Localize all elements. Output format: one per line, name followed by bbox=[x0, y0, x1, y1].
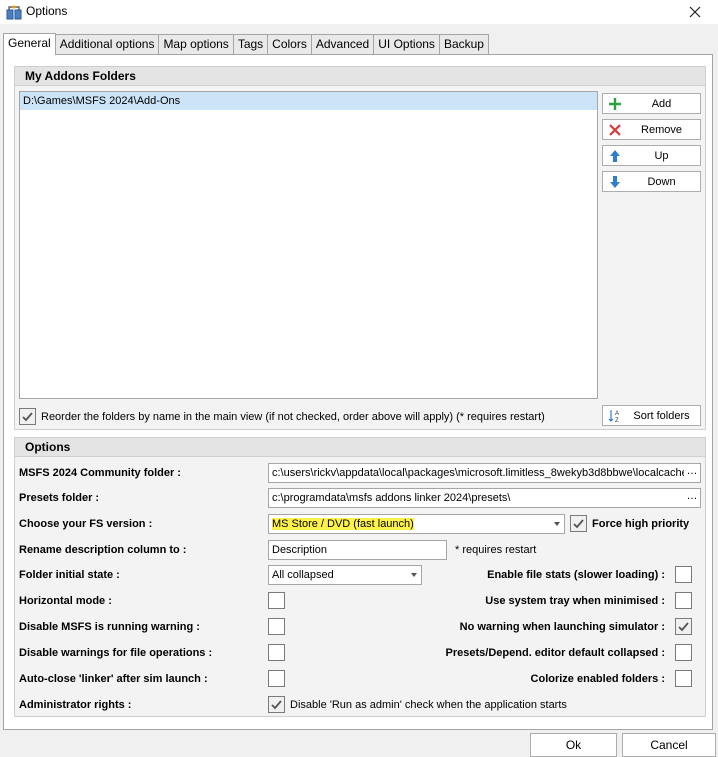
reorder-label: Reorder the folders by name in the main … bbox=[41, 411, 545, 423]
sort-az-icon: A Z bbox=[607, 408, 623, 424]
folder-state-label: Folder initial state : bbox=[19, 569, 120, 581]
chevron-down-icon bbox=[554, 522, 560, 526]
presets-folder-value: c:\programdata\msfs addons linker 2024\p… bbox=[272, 492, 511, 504]
force-priority-checkbox[interactable] bbox=[570, 515, 587, 532]
title-bar: Options bbox=[0, 0, 718, 24]
force-priority-label: Force high priority bbox=[592, 518, 690, 530]
tab-tags[interactable]: Tags bbox=[232, 34, 269, 54]
presets-folder-label: Presets folder : bbox=[19, 492, 100, 504]
msfs-warning-label: Disable MSFS is running warning : bbox=[19, 621, 200, 633]
autoclose-checkbox[interactable] bbox=[268, 670, 285, 687]
browse-presets-button[interactable]: … bbox=[684, 489, 700, 507]
presets-folder-field[interactable]: c:\programdata\msfs addons linker 2024\p… bbox=[268, 488, 701, 508]
plus-icon bbox=[607, 96, 623, 112]
addons-folders-group: My Addons Folders D:\Games\MSFS 2024\Add… bbox=[14, 66, 706, 430]
remove-x-icon bbox=[607, 122, 623, 138]
close-icon bbox=[689, 6, 701, 18]
no-warning-label: No warning when launching simulator : bbox=[459, 621, 665, 633]
admin-rights-label: Administrator rights : bbox=[19, 699, 132, 711]
arrow-down-icon bbox=[607, 174, 623, 190]
tab-advanced[interactable]: Advanced bbox=[310, 34, 375, 54]
general-tab-panel: My Addons Folders D:\Games\MSFS 2024\Add… bbox=[3, 54, 713, 730]
colorize-label: Colorize enabled folders : bbox=[530, 673, 665, 685]
svg-text:Z: Z bbox=[615, 418, 619, 423]
remove-button[interactable]: Remove bbox=[602, 119, 701, 140]
admin-check-checkbox[interactable] bbox=[268, 696, 285, 713]
chevron-down-icon bbox=[411, 573, 417, 577]
tab-map-options[interactable]: Map options bbox=[158, 34, 234, 54]
tab-colors[interactable]: Colors bbox=[267, 34, 312, 54]
addons-group-header: My Addons Folders bbox=[15, 67, 705, 86]
folder-state-select[interactable]: All collapsed bbox=[268, 565, 422, 585]
system-tray-checkbox[interactable] bbox=[675, 592, 692, 609]
checkmark-icon bbox=[573, 519, 584, 529]
list-item[interactable]: D:\Games\MSFS 2024\Add-Ons bbox=[20, 92, 597, 110]
svg-text:A: A bbox=[615, 411, 619, 417]
msfs-warning-checkbox[interactable] bbox=[268, 618, 285, 635]
tab-additional-options[interactable]: Additional options bbox=[54, 34, 160, 54]
no-warning-checkbox[interactable] bbox=[675, 618, 692, 635]
presets-collapsed-label: Presets/Depend. editor default collapsed… bbox=[445, 647, 665, 659]
ok-button[interactable]: Ok bbox=[530, 733, 617, 757]
up-button[interactable]: Up bbox=[602, 145, 701, 166]
rename-note: * requires restart bbox=[455, 544, 537, 556]
sort-folders-button[interactable]: A Z Sort folders bbox=[602, 405, 701, 426]
admin-check-label: Disable 'Run as admin' check when the ap… bbox=[290, 699, 567, 711]
fs-version-label: Choose your FS version : bbox=[19, 518, 153, 530]
community-folder-label: MSFS 2024 Community folder : bbox=[19, 467, 181, 479]
checkmark-icon bbox=[678, 622, 689, 632]
cancel-button[interactable]: Cancel bbox=[622, 733, 716, 757]
app-icon bbox=[6, 4, 22, 20]
close-button[interactable] bbox=[672, 0, 718, 24]
horizontal-mode-checkbox[interactable] bbox=[268, 592, 285, 609]
tab-strip: General Additional options Map options T… bbox=[3, 33, 489, 55]
fs-version-value: MS Store / DVD (fast launch) bbox=[272, 518, 414, 530]
arrow-up-icon bbox=[607, 148, 623, 164]
checkmark-icon bbox=[271, 700, 282, 710]
file-stats-checkbox[interactable] bbox=[675, 566, 692, 583]
rename-column-value: Description bbox=[272, 544, 328, 556]
add-button[interactable]: Add bbox=[602, 93, 701, 114]
colorize-checkbox[interactable] bbox=[675, 670, 692, 687]
options-group: Options MSFS 2024 Community folder : c:\… bbox=[14, 437, 706, 717]
tab-general[interactable]: General bbox=[3, 33, 56, 55]
horizontal-mode-label: Horizontal mode : bbox=[19, 595, 112, 607]
rename-column-field[interactable]: Description bbox=[268, 540, 447, 560]
community-folder-value: c:\users\rickv\appdata\local\packages\mi… bbox=[272, 467, 688, 479]
rename-column-label: Rename description column to : bbox=[19, 544, 187, 556]
addons-folder-list[interactable]: D:\Games\MSFS 2024\Add-Ons bbox=[19, 91, 598, 399]
folder-state-value: All collapsed bbox=[272, 569, 334, 581]
browse-community-button[interactable]: … bbox=[684, 464, 700, 482]
window-title: Options bbox=[26, 4, 68, 18]
file-ops-warning-checkbox[interactable] bbox=[268, 644, 285, 661]
community-folder-field[interactable]: c:\users\rickv\appdata\local\packages\mi… bbox=[268, 463, 701, 483]
system-tray-label: Use system tray when minimised : bbox=[485, 595, 665, 607]
checkmark-icon bbox=[22, 412, 33, 422]
down-button[interactable]: Down bbox=[602, 171, 701, 192]
fs-version-select[interactable]: MS Store / DVD (fast launch) bbox=[268, 514, 565, 534]
presets-collapsed-checkbox[interactable] bbox=[675, 644, 692, 661]
file-ops-warning-label: Disable warnings for file operations : bbox=[19, 647, 213, 659]
tab-ui-options[interactable]: UI Options bbox=[373, 34, 440, 54]
file-stats-label: Enable file stats (slower loading) : bbox=[487, 569, 665, 581]
tab-backup[interactable]: Backup bbox=[438, 34, 489, 54]
reorder-checkbox[interactable] bbox=[19, 408, 36, 425]
options-group-header: Options bbox=[15, 438, 705, 457]
autoclose-label: Auto-close 'linker' after sim launch : bbox=[19, 673, 208, 685]
